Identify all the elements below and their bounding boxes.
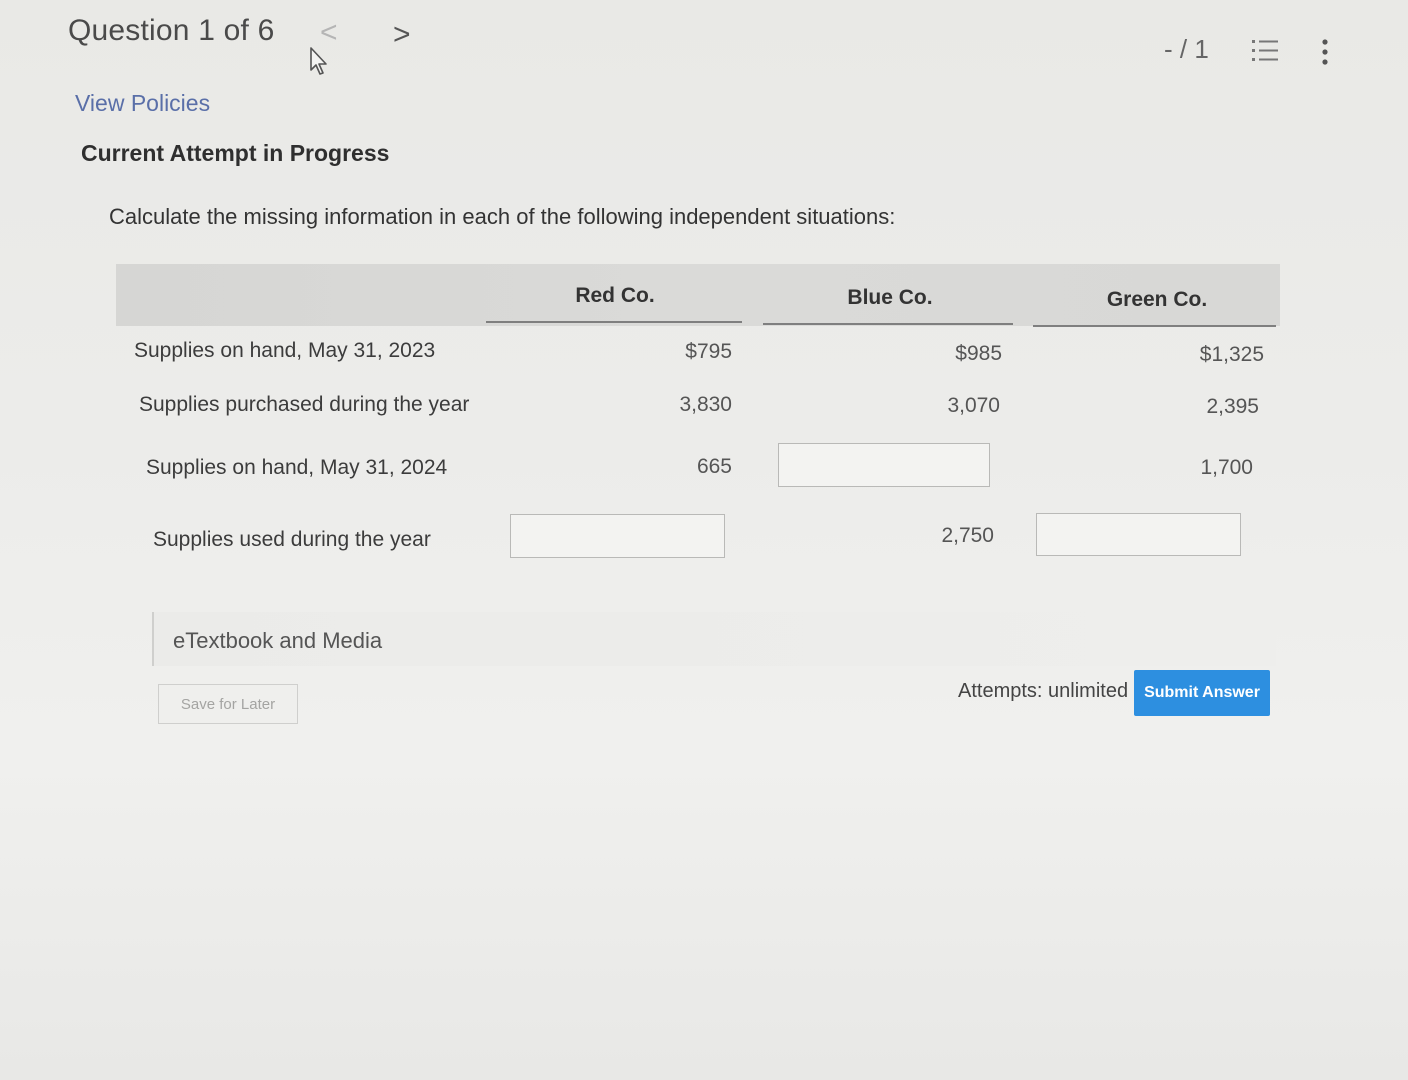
view-policies-link[interactable]: View Policies [75, 90, 210, 117]
cell-green-purchased: 2,395 [1206, 395, 1259, 418]
cell-blue-used: 2,750 [941, 524, 994, 547]
submit-answer-button[interactable]: Submit Answer [1134, 670, 1270, 716]
cell-red-on-hand-2024: 665 [696, 455, 732, 478]
cell-green-on-hand-2024: 1,700 [1200, 456, 1253, 479]
previous-question-button[interactable]: < [320, 18, 338, 48]
question-counter: Question 1 of 6 [68, 14, 275, 47]
save-for-later-button[interactable]: Save for Later [158, 684, 298, 724]
cell-green-on-hand-2023: $1,325 [1199, 343, 1264, 366]
red-used-input[interactable] [510, 514, 725, 558]
column-header-blue-co: Blue Co. [847, 286, 933, 309]
list-icon[interactable] [1250, 36, 1280, 66]
column-underline-blue [763, 323, 1013, 325]
etextbook-media-link[interactable]: eTextbook and Media [173, 628, 382, 654]
row-label-purchased: Supplies purchased during the year [139, 393, 470, 416]
column-underline-red [486, 321, 742, 323]
row-label-used: Supplies used during the year [153, 528, 431, 551]
cursor-icon [310, 47, 327, 75]
blue-on-hand-2024-input[interactable] [778, 443, 990, 487]
attempt-status: Current Attempt in Progress [81, 140, 390, 166]
column-header-red-co: Red Co. [575, 284, 655, 307]
row-label-on-hand-2023: Supplies on hand, May 31, 2023 [134, 339, 436, 362]
cell-red-purchased: 3,830 [679, 393, 732, 416]
cell-red-on-hand-2023: $795 [685, 340, 732, 363]
attempts-info: Attempts: unlimited [958, 680, 1129, 702]
row-label-on-hand-2024: Supplies on hand, May 31, 2024 [146, 456, 448, 479]
next-question-button[interactable]: > [393, 20, 411, 50]
column-header-green-co: Green Co. [1106, 288, 1208, 311]
question-score: - / 1 [1164, 34, 1209, 64]
green-used-input[interactable] [1036, 513, 1241, 556]
cell-blue-purchased: 3,070 [947, 394, 1000, 417]
cell-blue-on-hand-2023: $985 [955, 342, 1002, 365]
more-vertical-icon[interactable] [1318, 36, 1332, 68]
question-instructions: Calculate the missing information in eac… [109, 204, 896, 229]
column-underline-green [1033, 325, 1276, 327]
